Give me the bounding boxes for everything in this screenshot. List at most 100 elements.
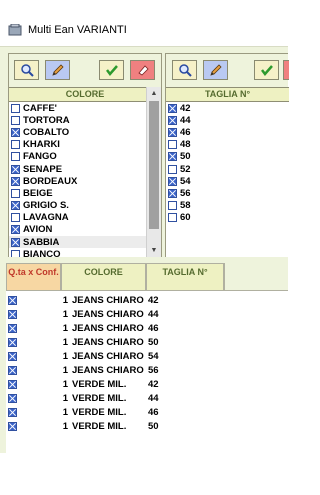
checkbox-checked-icon[interactable]: [11, 164, 20, 174]
checkbox-checked-icon[interactable]: [8, 324, 17, 333]
qty-cell[interactable]: 1: [20, 337, 68, 348]
qty-cell[interactable]: 1: [20, 379, 68, 390]
checkbox-checked-icon[interactable]: [11, 201, 20, 211]
checkbox-unchecked-icon[interactable]: [168, 201, 177, 211]
checkbox-checked-icon[interactable]: [8, 408, 17, 417]
color-list-item[interactable]: BIANCO: [9, 248, 146, 257]
qty-column-header[interactable]: Q.ta x Conf.: [6, 263, 61, 291]
color-item-label: KHARKI: [23, 139, 60, 151]
size-column-header[interactable]: TAGLIA N°: [146, 263, 224, 291]
color-clear-button[interactable]: [130, 60, 155, 80]
table-row[interactable]: 1 VERDE MIL. 44: [6, 392, 288, 406]
checkbox-checked-icon[interactable]: [8, 422, 17, 431]
size-list-item[interactable]: 54: [166, 175, 289, 187]
color-list-item[interactable]: CAFFE': [9, 102, 146, 114]
qty-cell[interactable]: 1: [20, 365, 68, 376]
size-search-button[interactable]: [172, 60, 197, 80]
table-row[interactable]: 1 JEANS CHIARO 44: [6, 308, 288, 322]
size-list-item[interactable]: 42: [166, 102, 289, 114]
color-list-item[interactable]: TORTORA: [9, 114, 146, 126]
size-list-item[interactable]: 48: [166, 139, 289, 151]
color-confirm-button[interactable]: [99, 60, 124, 80]
size-clear-button[interactable]: [283, 60, 289, 80]
checkbox-checked-icon[interactable]: [8, 366, 17, 375]
checkbox-checked-icon[interactable]: [168, 127, 177, 137]
size-list-item[interactable]: 50: [166, 151, 289, 163]
size-edit-button[interactable]: [203, 60, 228, 80]
color-edit-button[interactable]: [45, 60, 70, 80]
qty-cell[interactable]: 1: [20, 309, 68, 320]
table-row[interactable]: 1 VERDE MIL. 46: [6, 406, 288, 420]
checkbox-unchecked-icon[interactable]: [11, 152, 20, 162]
color-item-label: TORTORA: [23, 114, 70, 126]
color-list-item[interactable]: GRIGIO S.: [9, 200, 146, 212]
size-list-item[interactable]: 52: [166, 163, 289, 175]
qty-cell[interactable]: 1: [20, 407, 68, 418]
qty-cell[interactable]: 1: [20, 421, 68, 432]
checkbox-checked-icon[interactable]: [11, 176, 20, 186]
size-item-label: 46: [180, 126, 191, 138]
checkbox-checked-icon[interactable]: [168, 176, 177, 186]
main-content: COLORE CAFFE' TORTORA COBALTO KHARKI FANGO SE…: [0, 46, 289, 454]
color-item-label: SABBIA: [23, 236, 60, 248]
checkbox-checked-icon[interactable]: [168, 115, 177, 125]
checkbox-unchecked-icon[interactable]: [11, 188, 20, 198]
checkbox-checked-icon[interactable]: [8, 380, 17, 389]
color-list-item[interactable]: BORDEAUX: [9, 175, 146, 187]
size-list-item[interactable]: 44: [166, 114, 289, 126]
table-row[interactable]: 1 JEANS CHIARO 46: [6, 322, 288, 336]
scrollbar-thumb[interactable]: [149, 101, 159, 229]
checkbox-checked-icon[interactable]: [8, 352, 17, 361]
checkbox-checked-icon[interactable]: [11, 225, 20, 235]
table-row[interactable]: 1 JEANS CHIARO 42: [6, 294, 288, 308]
qty-cell[interactable]: 1: [20, 295, 68, 306]
size-list-item[interactable]: 56: [166, 187, 289, 199]
checkbox-unchecked-icon[interactable]: [168, 213, 177, 223]
checkbox-unchecked-icon[interactable]: [11, 140, 20, 150]
checkbox-checked-icon[interactable]: [8, 338, 17, 347]
checkbox-checked-icon[interactable]: [168, 103, 177, 113]
color-list-item[interactable]: COBALTO: [9, 126, 146, 138]
color-item-label: CAFFE': [23, 102, 57, 114]
size-cell: 42: [148, 295, 159, 306]
color-search-button[interactable]: [14, 60, 39, 80]
color-list-item[interactable]: KHARKI: [9, 139, 146, 151]
color-list-item[interactable]: SENAPE: [9, 163, 146, 175]
checkbox-checked-icon[interactable]: [11, 237, 20, 247]
size-confirm-button[interactable]: [254, 60, 279, 80]
checkbox-checked-icon[interactable]: [8, 296, 17, 305]
checkbox-unchecked-icon[interactable]: [11, 213, 20, 223]
checkbox-unchecked-icon[interactable]: [168, 164, 177, 174]
qty-cell[interactable]: 1: [20, 393, 68, 404]
qty-cell[interactable]: 1: [20, 323, 68, 334]
checkbox-unchecked-icon[interactable]: [168, 140, 177, 150]
size-list-item[interactable]: 58: [166, 200, 289, 212]
color-list-item[interactable]: FANGO: [9, 151, 146, 163]
checkbox-unchecked-icon[interactable]: [11, 103, 20, 113]
color-list-scrollbar[interactable]: ▲ ▼: [146, 87, 161, 257]
table-row[interactable]: 1 JEANS CHIARO 50: [6, 336, 288, 350]
color-list-item[interactable]: SABBIA: [9, 236, 146, 249]
checkbox-unchecked-icon[interactable]: [11, 115, 20, 125]
table-row[interactable]: 1 JEANS CHIARO 56: [6, 364, 288, 378]
table-row[interactable]: 1 JEANS CHIARO 54: [6, 350, 288, 364]
color-list-item[interactable]: BEIGE: [9, 187, 146, 199]
color-list-item[interactable]: LAVAGNA: [9, 212, 146, 224]
checkbox-checked-icon[interactable]: [8, 394, 17, 403]
size-list-item[interactable]: 46: [166, 126, 289, 138]
checkbox-checked-icon[interactable]: [168, 152, 177, 162]
table-row[interactable]: 1 VERDE MIL. 42: [6, 378, 288, 392]
color-list-item[interactable]: AVION: [9, 224, 146, 236]
qty-cell[interactable]: 1: [20, 351, 68, 362]
checkbox-checked-icon[interactable]: [168, 188, 177, 198]
checkbox-checked-icon[interactable]: [11, 127, 20, 137]
checkbox-unchecked-icon[interactable]: [11, 249, 20, 257]
scroll-down-arrow-icon[interactable]: ▼: [147, 245, 161, 256]
size-cell: 44: [148, 393, 159, 404]
size-list-item[interactable]: 60: [166, 212, 289, 224]
color-item-label: BEIGE: [23, 187, 53, 199]
table-row[interactable]: 1 VERDE MIL. 50: [6, 420, 288, 434]
scroll-up-arrow-icon[interactable]: ▲: [147, 88, 161, 99]
color-column-header[interactable]: COLORE: [61, 263, 146, 291]
checkbox-checked-icon[interactable]: [8, 310, 17, 319]
